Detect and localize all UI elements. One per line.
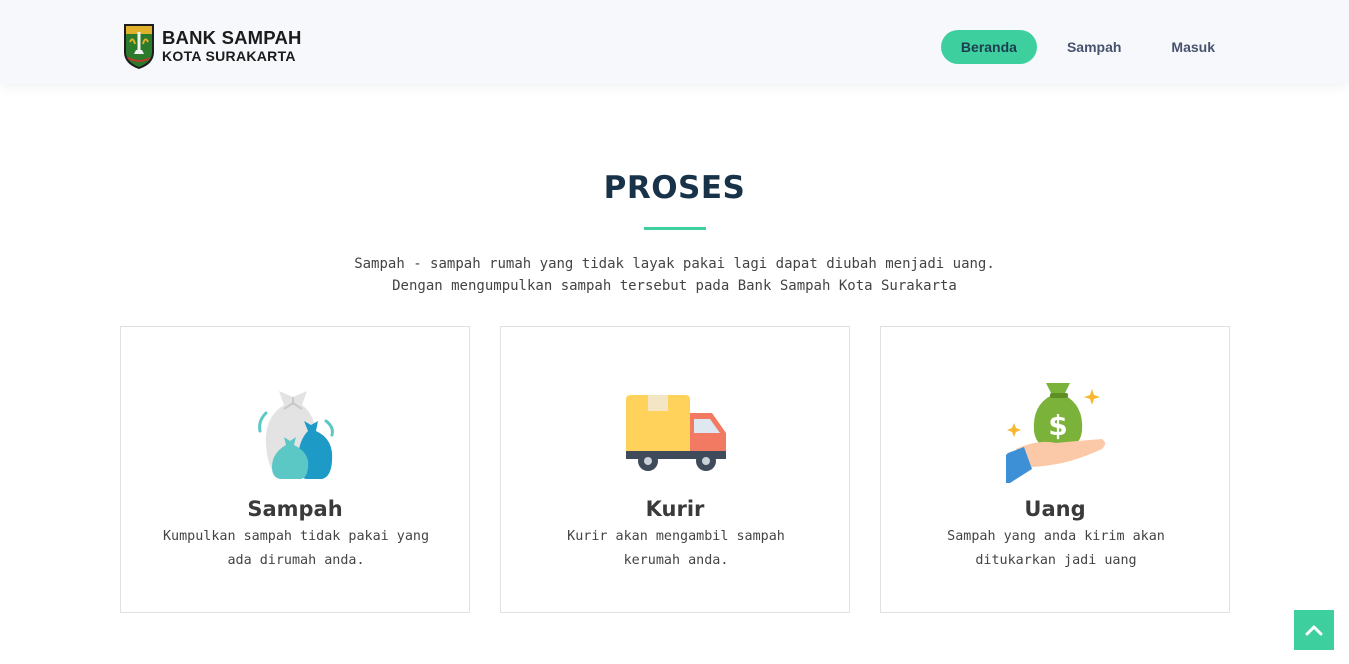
logo-title: BANK SAMPAH <box>162 27 302 48</box>
title-underline <box>644 227 706 230</box>
nav-item-masuk[interactable]: Masuk <box>1151 30 1235 64</box>
card-title: Uang <box>1024 497 1086 521</box>
site-logo[interactable]: BANK SAMPAH KOTA SURAKARTA <box>122 22 302 70</box>
card-desc-line-2: ditukarkan jadi uang <box>975 553 1137 568</box>
nav-item-sampah[interactable]: Sampah <box>1047 30 1141 64</box>
section-title: PROSES <box>603 170 746 206</box>
logo-text: BANK SAMPAH KOTA SURAKARTA <box>162 27 302 65</box>
process-card-sampah: Sampah Kumpulkan sampah tidak pakai yang… <box>120 326 470 613</box>
site-header: BANK SAMPAH KOTA SURAKARTA Beranda Sampa… <box>0 0 1349 84</box>
nav-item-beranda[interactable]: Beranda <box>940 30 1037 64</box>
lead-line-1: Sampah - sampah rumah yang tidak layak p… <box>354 256 995 272</box>
svg-text:$: $ <box>1048 409 1067 442</box>
card-desc-line-2: ada dirumah anda. <box>227 553 365 568</box>
process-card-kurir: Kurir Kurir akan mengambil sampah keruma… <box>500 326 850 613</box>
main-nav: Beranda Sampah Masuk <box>931 30 1235 64</box>
card-desc-line-1: Sampah yang anda kirim akan <box>947 529 1165 544</box>
card-description: Kurir akan mengambil sampah kerumah anda… <box>541 525 811 573</box>
delivery-truck-icon <box>626 395 726 471</box>
garbage-bags-icon <box>258 391 334 479</box>
back-to-top-button[interactable] <box>1294 610 1334 650</box>
card-desc-line-2: kerumah anda. <box>623 553 729 568</box>
chevron-up-icon <box>1305 625 1323 636</box>
card-title: Sampah <box>247 497 343 521</box>
lead-line-2: Dengan mengumpulkan sampah tersebut pada… <box>392 278 957 294</box>
process-card-uang: $ Uang Sampah yang anda kirim akan dituk… <box>880 326 1230 613</box>
card-desc-line-1: Kurir akan mengambil sampah <box>567 529 785 544</box>
logo-subtitle: KOTA SURAKARTA <box>162 48 296 64</box>
card-title: Kurir <box>645 497 705 521</box>
section-lead: Sampah - sampah rumah yang tidak layak p… <box>0 253 1349 297</box>
card-desc-line-1: Kumpulkan sampah tidak pakai yang <box>162 529 430 544</box>
money-bag-hand-icon: $ <box>1006 383 1105 483</box>
card-description: Kumpulkan sampah tidak pakai yang ada di… <box>161 525 431 573</box>
card-description: Sampah yang anda kirim akan ditukarkan j… <box>921 525 1191 573</box>
city-crest-icon <box>124 24 154 69</box>
